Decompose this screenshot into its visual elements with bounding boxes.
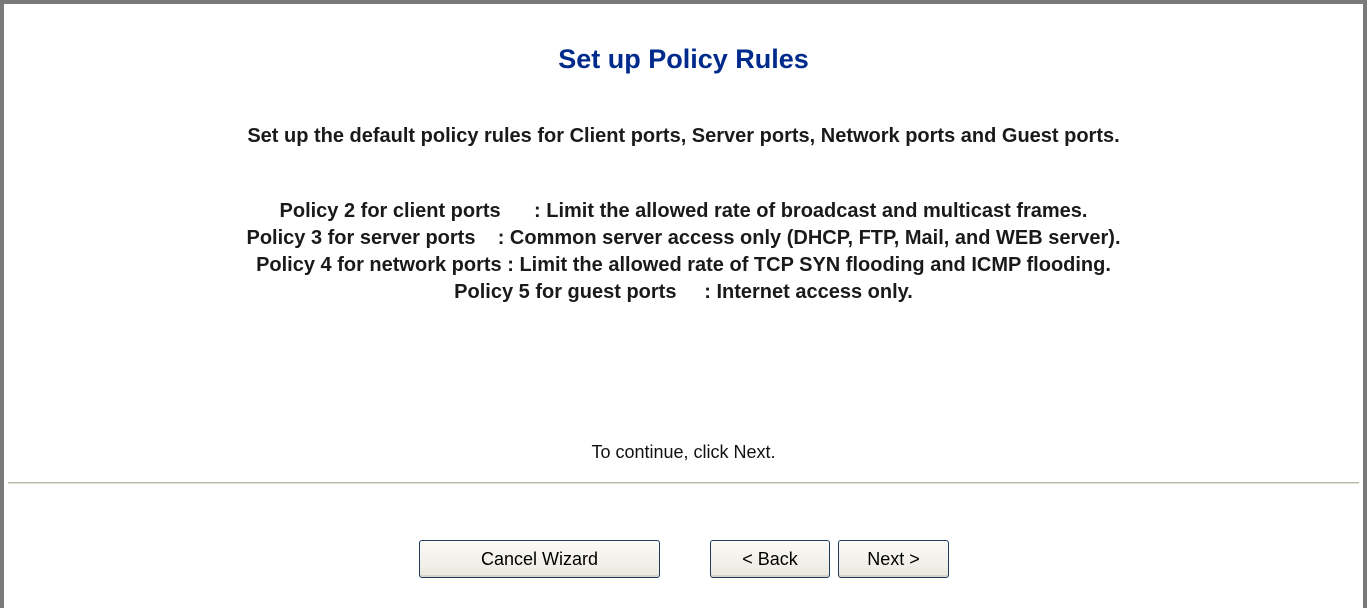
wizard-frame: Set up Policy Rules Set up the default p… (0, 0, 1367, 608)
policy-line-network: Policy 4 for network ports : Limit the a… (256, 254, 1111, 276)
next-button[interactable]: Next > (838, 540, 949, 578)
continue-instruction: To continue, click Next. (591, 442, 776, 462)
policy-line-guest: Policy 5 for guest ports : Internet acce… (454, 281, 913, 303)
back-button[interactable]: < Back (710, 540, 830, 578)
page-title: Set up Policy Rules (558, 44, 809, 74)
policy-line-server: Policy 3 for server ports : Common serve… (246, 227, 1121, 249)
policy-list: Policy 2 for client ports : Limit the al… (4, 198, 1363, 306)
divider (8, 482, 1359, 484)
policy-line-client: Policy 2 for client ports : Limit the al… (279, 200, 1088, 222)
cancel-wizard-button[interactable]: Cancel Wizard (419, 540, 660, 578)
intro-text: Set up the default policy rules for Clie… (247, 125, 1120, 147)
